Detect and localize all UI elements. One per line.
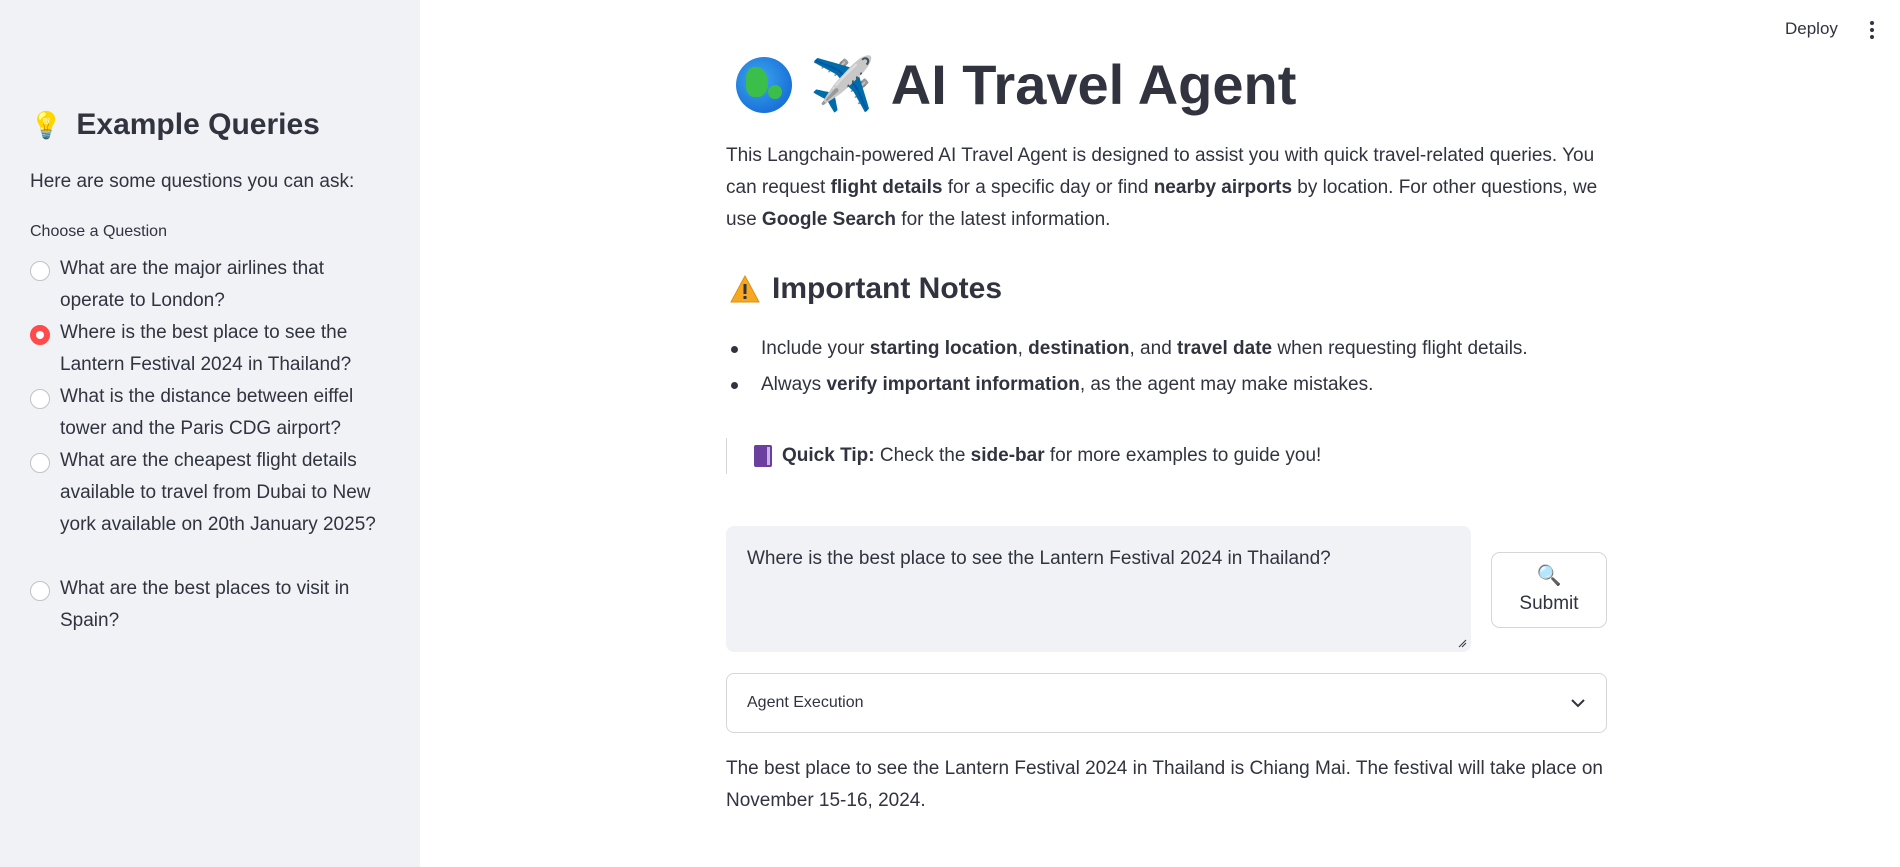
notes-list: Include your starting location, destinat… xyxy=(726,331,1606,403)
submit-button[interactable]: 🔍 Submit xyxy=(1491,552,1607,628)
page-title-text: AI Travel Agent xyxy=(890,53,1297,116)
quick-tip-callout: Quick Tip: Check the side-bar for more e… xyxy=(726,438,1321,474)
question-option-1[interactable]: What are the major airlines that operate… xyxy=(30,257,380,321)
lightbulb-icon: 💡 xyxy=(30,109,63,140)
sidebar-title-text: Example Queries xyxy=(76,108,320,141)
agent-answer: The best place to see the Lantern Festiv… xyxy=(726,758,1603,811)
question-label: What are the major airlines that operate… xyxy=(60,258,325,311)
question-option-3[interactable]: What is the distance between eiffel towe… xyxy=(30,385,380,449)
list-item: Include your starting location, destinat… xyxy=(726,331,1606,367)
list-item: Always verify important information, as … xyxy=(726,367,1606,403)
warning-icon xyxy=(730,274,760,303)
radio-button[interactable] xyxy=(30,389,50,409)
sidebar-subtitle: Here are some questions you can ask: xyxy=(30,171,355,192)
globe-icon xyxy=(736,56,792,113)
question-option-2[interactable]: Where is the best place to see the Lante… xyxy=(30,321,380,385)
query-input-value: Where is the best place to see the Lante… xyxy=(747,548,1331,569)
query-input[interactable]: Where is the best place to see the Lante… xyxy=(726,526,1471,652)
expander-label: Agent Execution xyxy=(747,694,864,711)
page-title: ✈️ AI Travel Agent xyxy=(736,52,1296,117)
airplane-icon: ✈️ xyxy=(810,56,875,114)
submit-label: Submit xyxy=(1519,593,1579,614)
search-icon: 🔍 xyxy=(1536,565,1562,587)
intro-paragraph: This Langchain-powered AI Travel Agent i… xyxy=(726,145,1598,230)
radio-group-label: Choose a Question xyxy=(30,223,167,240)
question-label: Where is the best place to see the Lante… xyxy=(60,322,352,375)
deploy-button[interactable]: Deploy xyxy=(1785,19,1838,39)
question-radio-group: What are the major airlines that operate… xyxy=(30,257,380,641)
sidebar-title: 💡 Example Queries xyxy=(30,108,320,142)
notes-heading-text: Important Notes xyxy=(772,272,1003,305)
radio-button[interactable] xyxy=(30,261,50,281)
radio-button[interactable] xyxy=(30,581,50,601)
question-label: What is the distance between eiffel towe… xyxy=(60,386,354,439)
agent-execution-expander[interactable]: Agent Execution xyxy=(726,673,1607,733)
question-label: What are the best places to visit in Spa… xyxy=(60,578,350,631)
book-icon xyxy=(754,445,772,467)
radio-button[interactable] xyxy=(30,453,50,473)
radio-button-selected[interactable] xyxy=(30,325,50,345)
notes-heading: Important Notes xyxy=(730,272,1002,306)
question-option-5[interactable]: What are the best places to visit in Spa… xyxy=(30,577,380,641)
main-menu-icon[interactable] xyxy=(1868,18,1876,42)
chevron-down-icon xyxy=(1571,699,1585,708)
question-option-4[interactable]: What are the cheapest flight details ava… xyxy=(30,449,380,577)
sidebar: 💡 Example Queries Here are some question… xyxy=(0,0,420,867)
resize-handle-icon[interactable] xyxy=(1457,638,1467,648)
question-label: What are the cheapest flight details ava… xyxy=(60,450,376,535)
